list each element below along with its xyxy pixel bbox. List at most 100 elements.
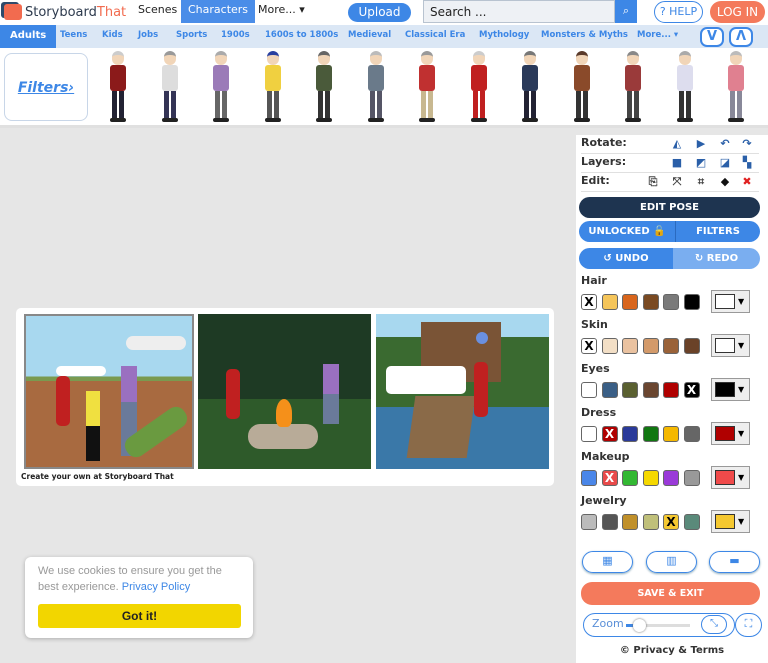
rotate-handle[interactable] [476,332,488,344]
character-thumbnail[interactable] [261,51,285,125]
color-swatch[interactable] [642,514,659,530]
color-swatch[interactable] [622,514,638,530]
color-swatch[interactable]: X [581,294,597,310]
layout-columns-button[interactable]: ▥ [646,551,697,573]
color-swatch[interactable] [581,470,597,486]
color-swatch[interactable] [601,382,618,398]
color-swatch[interactable] [581,514,597,530]
fullscreen-button[interactable]: ⛶ [735,613,762,637]
category-tab[interactable]: 1600s to 1800s [260,25,343,48]
character-thumbnail[interactable] [209,51,233,125]
flip-horizontal-icon[interactable]: ◭ [671,138,683,150]
color-swatch[interactable] [642,294,659,310]
zoom-slider[interactable] [626,619,690,632]
color-swatch[interactable] [622,470,638,486]
search-button[interactable]: ⌕ [615,0,637,23]
color-swatch[interactable]: X [601,426,618,442]
character-thumbnail[interactable] [570,51,594,125]
redo-button[interactable]: ↻ REDO [673,248,760,269]
crop-icon[interactable]: ⌗ [695,176,707,188]
storyboard-cell-2[interactable] [198,314,371,469]
color-swatch[interactable] [601,338,618,354]
color-swatch[interactable] [663,470,679,486]
character-thumbnail[interactable] [467,51,491,125]
color-swatch[interactable] [683,514,700,530]
nav-characters[interactable]: Characters [181,0,256,23]
color-swatch[interactable]: X [683,382,700,398]
color-swatch[interactable] [622,338,638,354]
rotate-right-icon[interactable]: ↷ [741,138,753,150]
copy-icon[interactable]: ⎘ [647,176,659,188]
scroll-down-button[interactable]: V [700,27,724,47]
save-exit-button[interactable]: SAVE & EXIT [581,582,760,605]
color-swatch[interactable] [642,470,659,486]
custom-color-dropdown[interactable]: ▼ [711,378,750,401]
character-thumbnail[interactable] [673,51,697,125]
rotate-left-icon[interactable]: ↶ [719,138,731,150]
color-swatch[interactable] [642,382,659,398]
color-swatch[interactable] [581,382,597,398]
layout-grid-button[interactable]: ▦ [582,551,633,573]
color-swatch[interactable] [683,426,700,442]
color-swatch[interactable] [663,294,679,310]
category-tab[interactable]: Jobs [133,25,163,48]
custom-color-dropdown[interactable]: ▼ [711,290,750,313]
selected-girl-red-dress[interactable] [474,362,488,417]
color-swatch[interactable]: X [601,470,618,486]
category-tab[interactable]: Classical Era [400,25,470,48]
filters-button[interactable]: Filters› [4,53,88,121]
help-button[interactable]: ? HELP [654,1,703,23]
color-swatch[interactable] [663,382,679,398]
privacy-policy-link[interactable]: Privacy Policy [122,581,190,593]
character-thumbnail[interactable] [724,51,748,125]
send-backward-icon[interactable]: ◪ [719,157,731,169]
color-swatch[interactable] [601,514,618,530]
character-thumbnail[interactable] [415,51,439,125]
category-tab[interactable]: 1900s [216,25,255,48]
character-thumbnail[interactable] [364,51,388,125]
color-swatch[interactable]: X [581,338,597,354]
eraser-icon[interactable]: ◆ [719,176,731,188]
character-thumbnail[interactable] [312,51,336,125]
storyboard-cell-1[interactable] [24,314,194,469]
category-tab[interactable]: Adults [0,25,57,48]
storyboard-cell-3[interactable] [376,314,549,469]
color-swatch[interactable]: X [663,514,679,530]
character-thumbnail[interactable] [158,51,182,125]
category-tab[interactable]: Medieval [343,25,396,48]
layout-rows-button[interactable]: ▬ [709,551,760,573]
nav-scenes[interactable]: Scenes [131,0,184,23]
nav-more[interactable]: More... ▾ [251,0,312,23]
resize-icon[interactable]: ⤧ [671,176,683,188]
zoom-slider-handle[interactable] [632,619,646,632]
login-button[interactable]: LOG IN [710,1,765,23]
scroll-up-button[interactable]: Λ [729,27,753,47]
custom-color-dropdown[interactable]: ▼ [711,510,750,533]
unlocked-button[interactable]: UNLOCKED 🔓 [579,221,675,242]
bring-forward-icon[interactable]: ◩ [695,157,707,169]
custom-color-dropdown[interactable]: ▼ [711,334,750,357]
search-input[interactable]: Search ... [423,0,615,23]
color-swatch[interactable] [683,338,700,354]
custom-color-dropdown[interactable]: ▼ [711,422,750,445]
color-swatch[interactable] [663,426,679,442]
upload-button[interactable]: Upload [348,3,411,22]
color-swatch[interactable] [581,426,597,442]
color-swatch[interactable] [622,426,638,442]
color-swatch[interactable] [601,294,618,310]
category-tab[interactable]: More... ▾ [632,25,683,48]
category-tab[interactable]: Teens [55,25,92,48]
color-swatch[interactable] [642,426,659,442]
category-tab[interactable]: Sports [171,25,212,48]
character-thumbnail[interactable] [621,51,645,125]
storyboardthat-logo[interactable]: Storyboard That [4,4,126,20]
color-swatch[interactable] [663,338,679,354]
got-it-button[interactable]: Got it! [38,604,241,628]
bring-to-front-icon[interactable]: ■ [671,157,683,169]
send-to-back-icon[interactable]: ▚ [741,157,753,169]
category-tab[interactable]: Monsters & Myths [536,25,633,48]
undo-button[interactable]: ↺ UNDO [579,248,673,269]
edit-pose-button[interactable]: EDIT POSE [579,197,760,218]
character-thumbnail[interactable] [518,51,542,125]
fit-zoom-button[interactable]: ⤡ [701,615,727,634]
